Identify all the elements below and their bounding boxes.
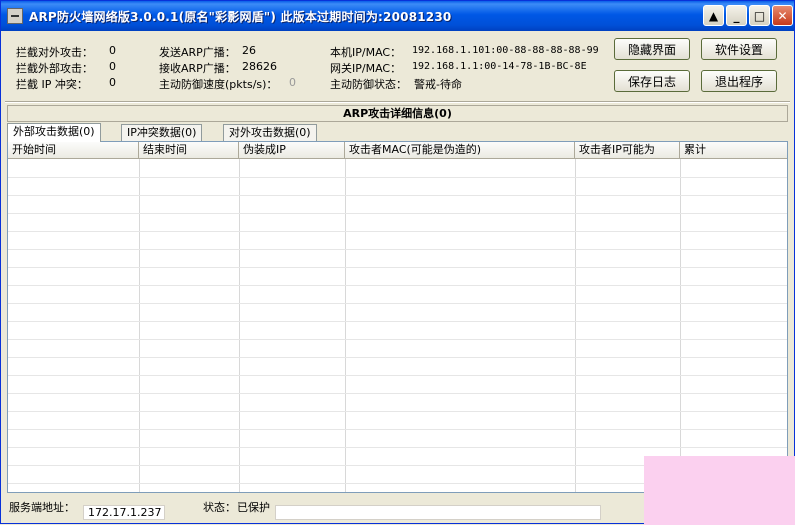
minimize-icon: _ xyxy=(733,8,740,23)
column-header-attacker-ip[interactable]: 攻击者IP可能为 xyxy=(575,142,680,159)
grid-row-line xyxy=(8,213,787,214)
grid-divider xyxy=(345,159,346,492)
status-value: 已保护 xyxy=(237,501,270,514)
column-header-end-time[interactable]: 结束时间 xyxy=(139,142,239,159)
column-header-start-time[interactable]: 开始时间 xyxy=(8,142,139,159)
settings-button[interactable]: 软件设置 xyxy=(701,38,777,60)
local-ipmac-label: 本机IP/MAC： xyxy=(330,46,402,59)
status-label: 状态： xyxy=(203,501,236,514)
grid-row-line xyxy=(8,195,787,196)
active-state-label: 主动防御状态： xyxy=(330,78,407,91)
grid-divider xyxy=(575,159,576,492)
grid-row-line xyxy=(8,375,787,376)
window-title: ARP防火墙网络版3.0.0.1(原名"彩影网盾") 此版本过期时间为:2008… xyxy=(29,10,452,24)
grid-row-line xyxy=(8,339,787,340)
divider xyxy=(5,101,790,103)
column-header-total[interactable]: 累计 xyxy=(680,142,787,159)
tab-outgoing-attacks[interactable]: 对外攻击数据(0) xyxy=(223,124,317,141)
main-window: ARP防火墙网络版3.0.0.1(原名"彩影网盾") 此版本过期时间为:2008… xyxy=(0,0,795,525)
close-button[interactable]: ✕ xyxy=(772,5,793,26)
blocked-ip-conflict-value: 0 xyxy=(109,76,116,89)
maximize-button[interactable]: □ xyxy=(749,5,770,26)
grid-divider xyxy=(139,159,140,492)
attack-table[interactable]: 开始时间 结束时间 伪装成IP 攻击者MAC(可能是伪造的) 攻击者IP可能为 … xyxy=(7,141,788,493)
grid-row-line xyxy=(8,447,787,448)
active-speed-value: 0 xyxy=(289,76,296,89)
blocked-external-value: 0 xyxy=(109,60,116,73)
exit-button[interactable]: 退出程序 xyxy=(701,70,777,92)
app-menu-icon[interactable] xyxy=(7,8,23,24)
grid-row-line xyxy=(8,249,787,250)
hide-window-button[interactable]: 隐藏界面 xyxy=(614,38,690,60)
grid-row-line xyxy=(8,411,787,412)
status-message-field xyxy=(275,505,601,520)
tab-ip-conflicts[interactable]: IP冲突数据(0) xyxy=(121,124,203,141)
local-ipmac-value: 192.168.1.101:00-88-88-88-88-99 xyxy=(412,45,599,56)
grid-divider xyxy=(680,159,681,492)
detail-header: ARP攻击详细信息(0) xyxy=(7,105,788,122)
minimize-button[interactable]: _ xyxy=(726,5,747,26)
grid-row-line xyxy=(8,429,787,430)
active-speed-label: 主动防御速度(pkts/s)： xyxy=(159,78,278,91)
grid-row-line xyxy=(8,267,787,268)
grid-row-line xyxy=(8,303,787,304)
blocked-ip-conflict-label: 拦截 IP 冲突： xyxy=(16,78,88,91)
recv-broadcast-label: 接收ARP广播： xyxy=(159,62,236,75)
grid-row-line xyxy=(8,357,787,358)
gateway-ipmac-label: 网关IP/MAC： xyxy=(330,62,402,75)
save-log-button[interactable]: 保存日志 xyxy=(614,70,690,92)
blocked-external-label: 拦截外部攻击： xyxy=(16,62,93,75)
recv-broadcast-value: 28626 xyxy=(242,60,277,73)
send-broadcast-value: 26 xyxy=(242,44,256,57)
grid-row-line xyxy=(8,321,787,322)
send-broadcast-label: 发送ARP广播： xyxy=(159,46,236,59)
blocked-outgoing-value: 0 xyxy=(109,44,116,57)
server-address-value: 172.17.1.237 xyxy=(83,505,165,520)
blocked-outgoing-label: 拦截对外攻击： xyxy=(16,46,93,59)
server-address-label: 服务端地址： xyxy=(9,501,75,514)
close-icon: ✕ xyxy=(777,8,788,23)
grid-row-line xyxy=(8,231,787,232)
tab-strip: 外部攻击数据(0) IP冲突数据(0) 对外攻击数据(0) xyxy=(7,123,788,142)
column-header-spoofed-ip[interactable]: 伪装成IP xyxy=(239,142,345,159)
column-header-attacker-mac[interactable]: 攻击者MAC(可能是伪造的) xyxy=(345,142,575,159)
tab-external-attacks[interactable]: 外部攻击数据(0) xyxy=(7,123,101,142)
title-bar[interactable]: ARP防火墙网络版3.0.0.1(原名"彩影网盾") 此版本过期时间为:2008… xyxy=(1,1,794,31)
grid-row-line xyxy=(8,177,787,178)
caret-up-icon: ▲ xyxy=(708,8,719,23)
active-state-value: 警戒-待命 xyxy=(414,78,462,91)
grid-row-line xyxy=(8,393,787,394)
grid-divider xyxy=(239,159,240,492)
gateway-ipmac-value: 192.168.1.1:00-14-78-1B-BC-8E xyxy=(412,61,587,72)
maximize-icon: □ xyxy=(753,8,766,23)
rollup-button[interactable]: ▲ xyxy=(703,5,724,26)
grid-row-line xyxy=(8,285,787,286)
stats-panel: 拦截对外攻击： 0 拦截外部攻击： 0 拦截 IP 冲突： 0 发送ARP广播：… xyxy=(5,33,790,101)
watermark-overlay xyxy=(644,456,795,525)
